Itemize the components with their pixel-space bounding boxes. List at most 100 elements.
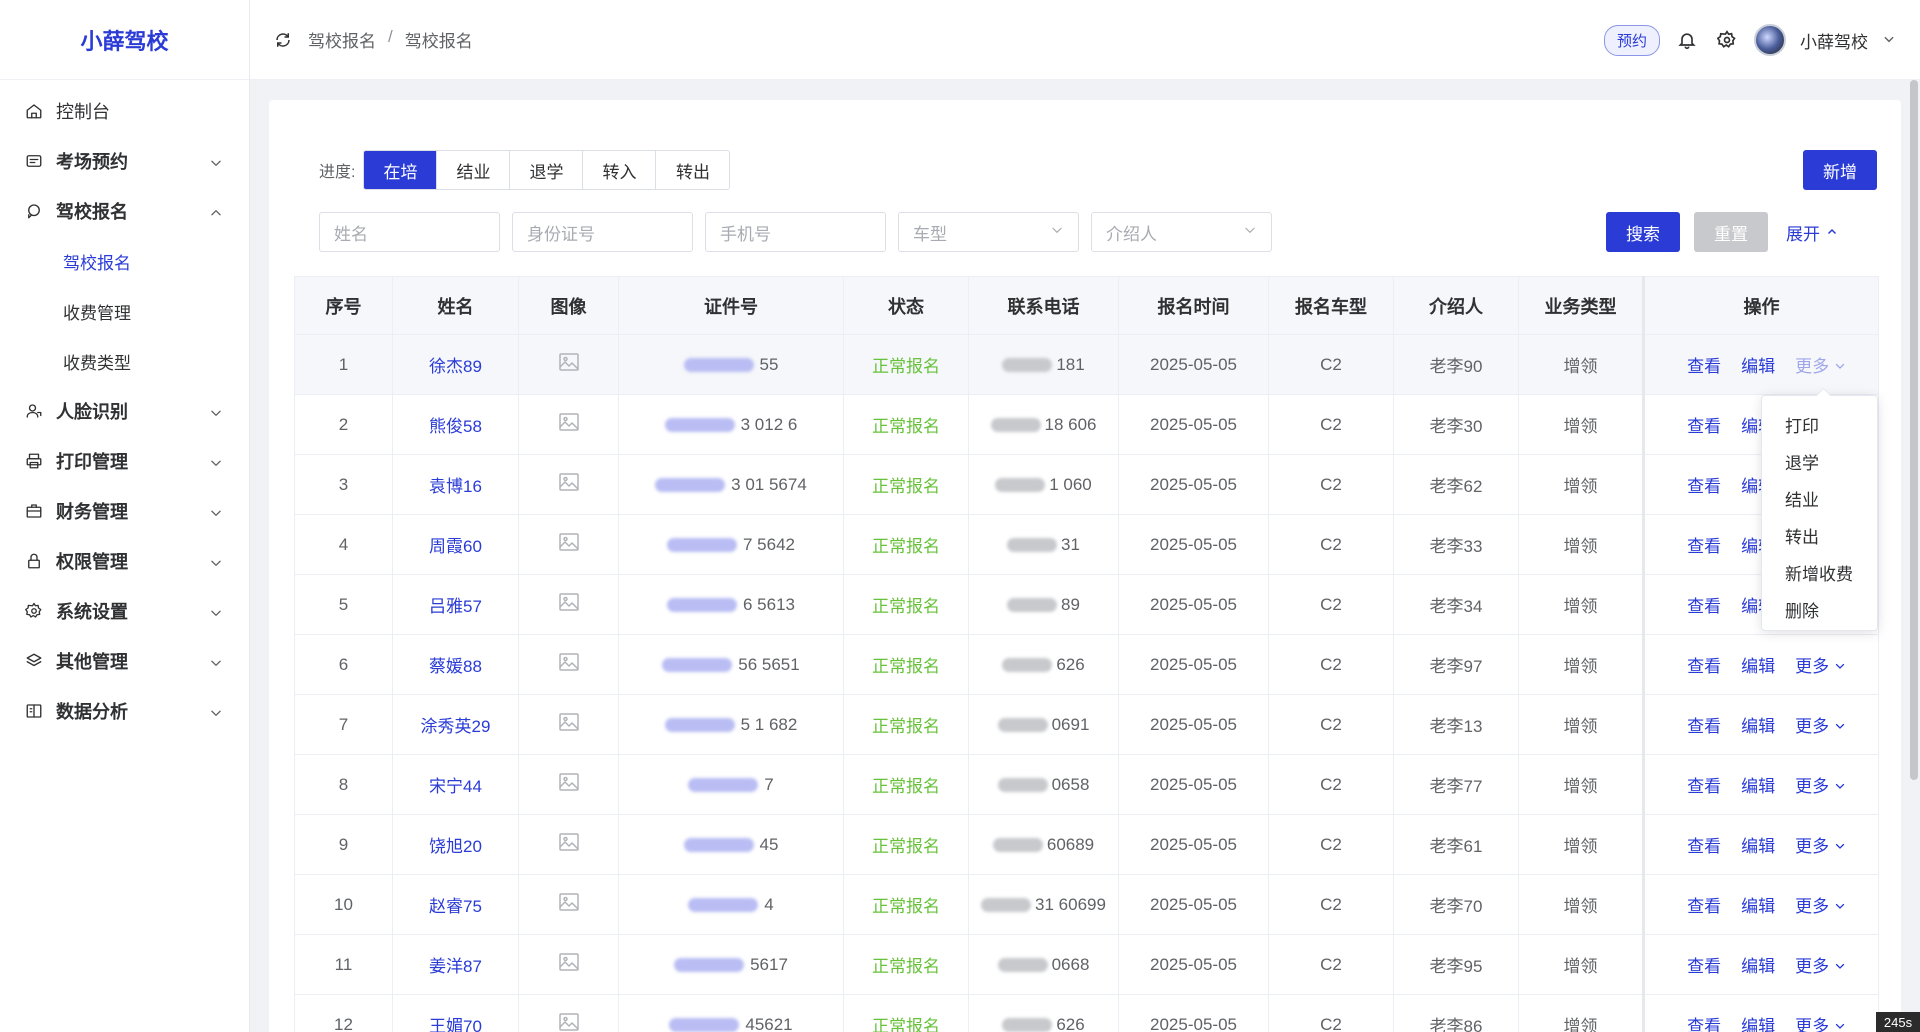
edit-button[interactable]: 编辑 — [1741, 1017, 1775, 1032]
more-button[interactable]: 更多 — [1795, 897, 1846, 916]
cell-name[interactable]: 周霞60 — [392, 514, 519, 575]
more-button[interactable]: 更多 — [1795, 1017, 1846, 1032]
cell-phone: 181 — [968, 334, 1119, 395]
id-number-visible: 5617 — [750, 954, 788, 974]
redacted-phone-blur — [997, 718, 1048, 733]
edit-button[interactable]: 编辑 — [1741, 957, 1775, 976]
edit-button[interactable]: 编辑 — [1741, 777, 1775, 796]
view-button[interactable]: 查看 — [1687, 837, 1721, 856]
cell-image[interactable] — [518, 934, 619, 995]
sidebar-item[interactable]: 权限管理 — [0, 536, 249, 586]
cell-image[interactable] — [518, 394, 619, 455]
more-menu-item[interactable]: 退学 — [1762, 443, 1877, 480]
cell-image[interactable] — [518, 754, 619, 815]
view-button[interactable]: 查看 — [1687, 357, 1721, 376]
progress-tab[interactable]: 在培 — [364, 151, 438, 189]
sidebar-item[interactable]: 考场预约 — [0, 136, 249, 186]
sidebar-item[interactable]: 人脸识别 — [0, 386, 249, 436]
sidebar-subitem[interactable]: 收费类型 — [0, 336, 249, 386]
more-menu-item[interactable]: 结业 — [1762, 480, 1877, 517]
sidebar-item[interactable]: 打印管理 — [0, 436, 249, 486]
cell-name[interactable]: 涂秀英29 — [392, 694, 519, 755]
filter-input[interactable]: 手机号 — [705, 212, 886, 252]
view-button[interactable]: 查看 — [1687, 417, 1721, 436]
refresh-icon[interactable] — [272, 29, 294, 51]
app-logo[interactable]: 小薛驾校 — [0, 0, 249, 80]
sidebar-item[interactable]: 系统设置 — [0, 586, 249, 636]
more-menu-item[interactable]: 转出 — [1762, 517, 1877, 554]
more-button[interactable]: 更多 — [1795, 357, 1846, 376]
view-button[interactable]: 查看 — [1687, 957, 1721, 976]
more-menu-item[interactable]: 打印 — [1762, 406, 1877, 443]
sidebar-item[interactable]: 控制台 — [0, 86, 249, 136]
view-button[interactable]: 查看 — [1687, 477, 1721, 496]
cell-image[interactable] — [518, 874, 619, 935]
view-button[interactable]: 查看 — [1687, 717, 1721, 736]
cell-name[interactable]: 饶旭20 — [392, 814, 519, 875]
page-scrollbar[interactable] — [1910, 80, 1918, 780]
sidebar-item[interactable]: 其他管理 — [0, 636, 249, 686]
view-button[interactable]: 查看 — [1687, 897, 1721, 916]
cell-name[interactable]: 姜洋87 — [392, 934, 519, 995]
sidebar-item[interactable]: 驾校报名 — [0, 186, 249, 236]
view-button[interactable]: 查看 — [1687, 1017, 1721, 1032]
reset-button[interactable]: 重置 — [1694, 212, 1768, 252]
edit-button[interactable]: 编辑 — [1741, 657, 1775, 676]
filter-select[interactable]: 介绍人 — [1091, 212, 1272, 252]
cell-name[interactable]: 赵睿75 — [392, 874, 519, 935]
chevron-down-icon — [1243, 222, 1257, 242]
cell-image[interactable] — [518, 454, 619, 515]
more-menu-item[interactable]: 删除 — [1762, 591, 1877, 628]
appointment-badge[interactable]: 预约 — [1603, 24, 1660, 56]
search-button[interactable]: 搜索 — [1606, 212, 1680, 252]
expand-button[interactable]: 展开 — [1786, 220, 1838, 245]
edit-button[interactable]: 编辑 — [1741, 717, 1775, 736]
sidebar-item[interactable]: 数据分析 — [0, 686, 249, 736]
add-button[interactable]: 新增 — [1803, 150, 1877, 190]
more-button[interactable]: 更多 — [1795, 957, 1846, 976]
progress-tab[interactable]: 转出 — [656, 151, 730, 189]
edit-button[interactable]: 编辑 — [1741, 897, 1775, 916]
cell-name[interactable]: 蔡媛88 — [392, 634, 519, 695]
cell-image[interactable] — [518, 334, 619, 395]
view-button[interactable]: 查看 — [1687, 657, 1721, 676]
filter-select[interactable]: 车型 — [898, 212, 1079, 252]
username[interactable]: 小薛驾校 — [1800, 28, 1868, 53]
cell-name[interactable]: 王媚70 — [392, 994, 519, 1032]
cell-image[interactable] — [518, 694, 619, 755]
cell-name[interactable]: 徐杰89 — [392, 334, 519, 395]
bell-icon[interactable] — [1674, 27, 1700, 53]
edit-button[interactable]: 编辑 — [1741, 357, 1775, 376]
view-button[interactable]: 查看 — [1687, 537, 1721, 556]
cell-name[interactable]: 吕雅57 — [392, 574, 519, 635]
more-button[interactable]: 更多 — [1795, 717, 1846, 736]
cell-image[interactable] — [518, 634, 619, 695]
more-button[interactable]: 更多 — [1795, 777, 1846, 796]
more-button[interactable]: 更多 — [1795, 657, 1846, 676]
view-button[interactable]: 查看 — [1687, 597, 1721, 616]
more-button[interactable]: 更多 — [1795, 837, 1846, 856]
avatar[interactable] — [1754, 24, 1786, 56]
cell-name[interactable]: 袁博16 — [392, 454, 519, 515]
view-button[interactable]: 查看 — [1687, 777, 1721, 796]
sidebar-subitem[interactable]: 收费管理 — [0, 286, 249, 336]
filter-input[interactable]: 姓名 — [319, 212, 500, 252]
cell-image[interactable] — [518, 994, 619, 1032]
progress-tab[interactable]: 退学 — [510, 151, 584, 189]
chevron-down-icon[interactable] — [1882, 32, 1896, 49]
gear-icon[interactable] — [1714, 27, 1740, 53]
sidebar-subitem[interactable]: 驾校报名 — [0, 236, 249, 286]
breadcrumb-item[interactable]: 驾校报名 — [308, 27, 376, 52]
progress-tab[interactable]: 结业 — [437, 151, 511, 189]
more-menu-item[interactable]: 新增收费 — [1762, 554, 1877, 591]
cell-name[interactable]: 宋宁44 — [392, 754, 519, 815]
sidebar-item[interactable]: 财务管理 — [0, 486, 249, 536]
cell-image[interactable] — [518, 514, 619, 575]
edit-button[interactable]: 编辑 — [1741, 837, 1775, 856]
cell-image[interactable] — [518, 574, 619, 635]
chevron-down-icon — [1834, 657, 1846, 676]
cell-image[interactable] — [518, 814, 619, 875]
cell-name[interactable]: 熊俊58 — [392, 394, 519, 455]
progress-tab[interactable]: 转入 — [583, 151, 657, 189]
filter-input[interactable]: 身份证号 — [512, 212, 693, 252]
